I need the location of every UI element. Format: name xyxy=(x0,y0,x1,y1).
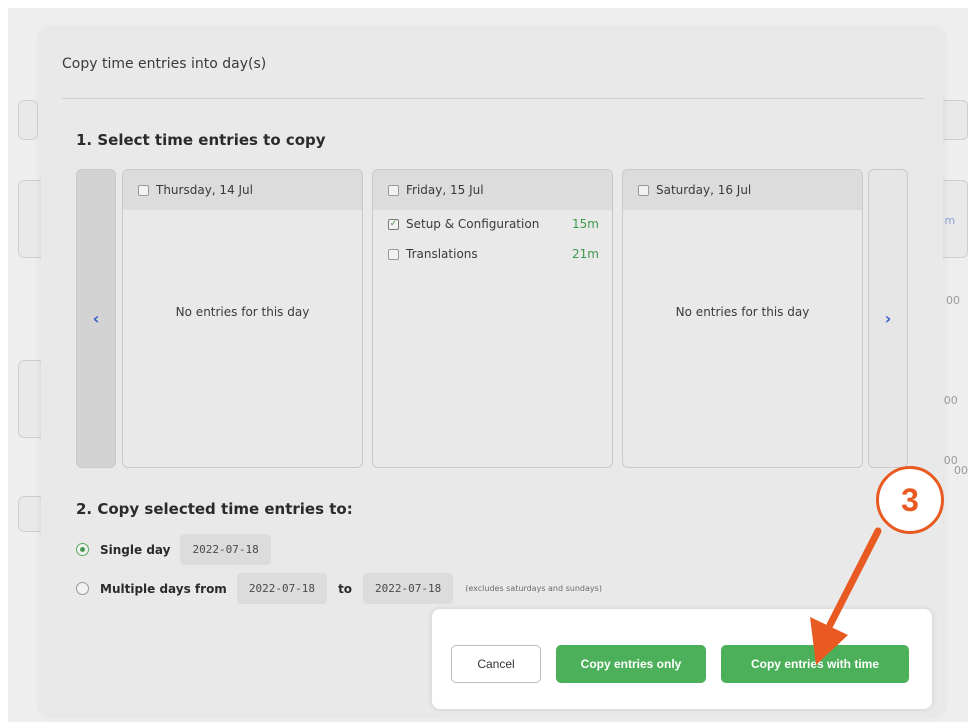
multiple-days-radio[interactable] xyxy=(76,582,89,595)
prev-days-button[interactable]: ‹ xyxy=(76,169,116,468)
pointer-arrow-icon xyxy=(810,527,882,665)
day-column-saturday: Saturday, 16 Jul No entries for this day xyxy=(622,169,863,468)
next-days-button[interactable]: › xyxy=(868,169,908,468)
day-label: Friday, 15 Jul xyxy=(406,183,484,197)
day-checkbox[interactable] xyxy=(638,184,649,196)
day-header[interactable]: Saturday, 16 Jul xyxy=(623,170,862,210)
to-label: to xyxy=(338,581,353,596)
day-header[interactable]: Friday, 15 Jul xyxy=(373,170,612,210)
day-label: Thursday, 14 Jul xyxy=(156,183,253,197)
entry-checkbox[interactable] xyxy=(388,248,399,260)
multiple-days-option: Multiple days from 2022-07-18 to 2022-07… xyxy=(76,573,602,604)
from-date-input[interactable]: 2022-07-18 xyxy=(236,573,328,604)
single-day-label[interactable]: Single day xyxy=(100,543,170,557)
single-day-date-input[interactable]: 2022-07-18 xyxy=(180,534,271,565)
section-copy-to-title: 2. Copy selected time entries to: xyxy=(76,500,353,518)
day-header[interactable]: Thursday, 14 Jul xyxy=(123,170,362,210)
entry-checkbox-checked[interactable]: ✓ xyxy=(388,218,399,230)
time-entry[interactable]: ✓ Setup & Configuration 15m xyxy=(388,217,599,231)
single-day-option: Single day 2022-07-18 xyxy=(76,534,271,565)
copy-entries-only-button[interactable]: Copy entries only xyxy=(556,645,706,683)
empty-message: No entries for this day xyxy=(675,305,810,319)
entry-duration: 15m xyxy=(572,217,599,231)
divider xyxy=(62,98,924,99)
day-column-thursday: Thursday, 14 Jul No entries for this day xyxy=(122,169,363,468)
time-entry[interactable]: Translations 21m xyxy=(388,247,599,261)
weekend-note: (excludes saturdays and sundays) xyxy=(465,584,602,593)
day-label: Saturday, 16 Jul xyxy=(656,183,752,197)
day-checkbox[interactable] xyxy=(138,184,149,196)
entry-duration: 21m xyxy=(572,247,599,261)
cancel-button[interactable]: Cancel xyxy=(451,645,541,683)
single-day-radio[interactable] xyxy=(76,543,89,556)
entry-name: Translations xyxy=(406,247,478,261)
modal-title: Copy time entries into day(s) xyxy=(62,56,267,72)
step-number-badge: 3 xyxy=(876,466,944,534)
bg-nav-fragment xyxy=(18,100,38,140)
day-column-friday: Friday, 15 Jul ✓ Setup & Configuration 1… xyxy=(372,169,613,468)
to-date-input[interactable]: 2022-07-18 xyxy=(363,573,454,604)
empty-message: No entries for this day xyxy=(175,305,310,319)
bg-text-fragment: 00 xyxy=(946,294,960,307)
day-checkbox[interactable] xyxy=(388,184,399,196)
chevron-left-icon: ‹ xyxy=(92,309,100,328)
bg-text-fragment: 00 xyxy=(954,464,968,477)
chevron-right-icon: › xyxy=(884,309,892,328)
multiple-days-label[interactable]: Multiple days from xyxy=(100,582,227,596)
entry-name: Setup & Configuration xyxy=(406,217,540,231)
section-select-entries-title: 1. Select time entries to copy xyxy=(76,131,326,149)
